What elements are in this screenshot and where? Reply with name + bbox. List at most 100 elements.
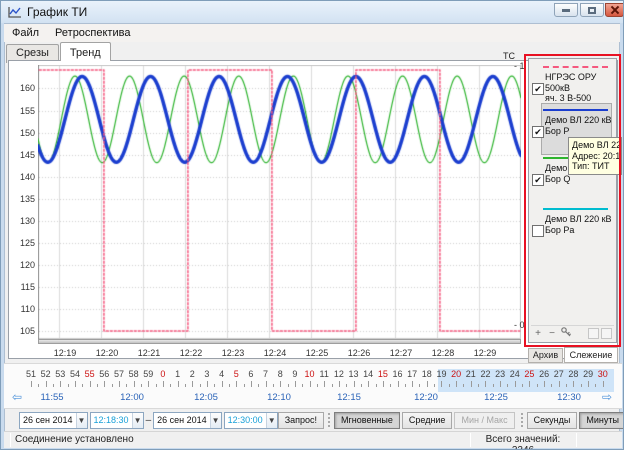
ruler-minor-tick xyxy=(390,384,391,387)
ruler-tick xyxy=(90,381,91,387)
x-tick-label: 12:23 xyxy=(216,348,250,358)
chevron-down-icon[interactable]: ▼ xyxy=(132,413,143,428)
chevron-down-icon[interactable]: ▼ xyxy=(210,413,221,428)
ruler-tick xyxy=(251,381,252,387)
ruler-minor-tick xyxy=(302,384,303,387)
minimize-button[interactable] xyxy=(554,3,578,17)
ruler-minute-number: 27 xyxy=(551,369,567,379)
legend-panel: НГРЭС ОРУ 500кВяч. 3 В-500✔Демо ВЛ 220 к… xyxy=(528,58,617,343)
ruler-minute-number: 19 xyxy=(433,369,449,379)
right-axis-tick-0: - 0 xyxy=(514,320,525,330)
ruler-tick xyxy=(515,381,516,387)
ruler-minor-tick xyxy=(229,384,230,387)
toolbar-grip xyxy=(521,413,523,427)
x-tick-label: 12:20 xyxy=(90,348,124,358)
menu-item-0[interactable]: Файл xyxy=(4,25,47,41)
legend-item[interactable]: НГРЭС ОРУ 500кВяч. 3 В-500✔ xyxy=(531,66,614,106)
ruler-minute-number: 2 xyxy=(184,369,200,379)
ruler-minute-number: 16 xyxy=(390,369,406,379)
remove-signal-button[interactable]: − xyxy=(545,328,559,339)
title-bar[interactable]: График ТИ xyxy=(1,1,623,23)
ruler-minor-tick xyxy=(581,384,582,387)
ruler-minute-number: 53 xyxy=(52,369,68,379)
ruler-minor-tick xyxy=(332,384,333,387)
tab-тренд[interactable]: Тренд xyxy=(60,42,111,61)
ruler-minor-tick xyxy=(214,384,215,387)
ruler-tick xyxy=(368,381,369,387)
mode-button[interactable]: Средние xyxy=(402,412,453,429)
plot-canvas[interactable] xyxy=(38,65,521,339)
ruler-minute-number: 58 xyxy=(126,369,142,379)
ruler-minor-tick xyxy=(346,384,347,387)
scroll-left-arrow[interactable]: ⇦ xyxy=(12,390,22,404)
y-tick-label: 110 xyxy=(9,304,35,314)
ruler-tick xyxy=(222,381,223,387)
ruler-tick xyxy=(75,381,76,387)
y-tick-label: 130 xyxy=(9,216,35,226)
maximize-button[interactable] xyxy=(580,3,604,17)
ruler-minute-number: 6 xyxy=(243,369,259,379)
ruler-minor-tick xyxy=(97,384,98,387)
legend-option-button-1[interactable] xyxy=(588,328,599,339)
legend-option-button-2[interactable] xyxy=(601,328,612,339)
query-button[interactable]: Запрос! xyxy=(278,412,324,429)
y-tick-label: 120 xyxy=(9,260,35,270)
ruler-minor-tick xyxy=(376,384,377,387)
date-to-picker[interactable]: 26 сен 2014 ▼ xyxy=(153,412,222,429)
tooltip-line-2: Адрес: 20:1:1 xyxy=(572,151,618,162)
ruler-minor-tick xyxy=(112,384,113,387)
time-from-picker[interactable]: 12:18:30 ▼ xyxy=(90,412,144,429)
ruler-minor-tick xyxy=(141,384,142,387)
scroll-right-arrow[interactable]: ⇨ xyxy=(602,390,612,404)
legend-item-checkbox[interactable]: ✔ xyxy=(532,126,544,138)
legend-item-checkbox[interactable]: ✔ xyxy=(532,83,544,95)
legend-label-line1: НГРЭС ОРУ 500кВ xyxy=(545,72,614,93)
ruler-minor-tick xyxy=(537,384,538,387)
interval-button[interactable]: Минуты xyxy=(579,412,624,429)
legend-item-checkbox[interactable]: ✔ xyxy=(532,174,544,186)
legend-item-checkbox[interactable] xyxy=(532,225,544,237)
toolbar-grip xyxy=(328,413,330,427)
chevron-down-icon[interactable]: ▼ xyxy=(266,413,277,428)
tab-archive[interactable]: Архив xyxy=(528,348,563,363)
ruler-time-label: 12:00 xyxy=(115,392,149,403)
ruler-minute-number: 52 xyxy=(38,369,54,379)
time-to-picker[interactable]: 12:30:00 ▼ xyxy=(224,412,278,429)
legend-series-line xyxy=(543,109,608,111)
menu-bar: ФайлРетроспектива xyxy=(4,24,620,42)
ruler-tick xyxy=(427,381,428,387)
chevron-down-icon[interactable]: ▼ xyxy=(76,413,87,428)
ruler-minute-number: 57 xyxy=(111,369,127,379)
date-to-value: 26 сен 2014 xyxy=(154,415,210,425)
ruler-minute-number: 51 xyxy=(23,369,39,379)
legend-item[interactable]: Демо ВЛ 220 кВБор Pа xyxy=(531,208,614,248)
window-title: График ТИ xyxy=(27,5,87,19)
date-from-picker[interactable]: 26 сен 2014 ▼ xyxy=(19,412,88,429)
tab-follow[interactable]: Слежение xyxy=(564,347,618,363)
ruler-minor-tick xyxy=(434,384,435,387)
ruler-minute-number: 29 xyxy=(580,369,596,379)
legend-label-line2: яч. 3 В-500 xyxy=(545,93,614,104)
close-button[interactable] xyxy=(605,3,624,17)
key-button[interactable] xyxy=(559,326,573,341)
mode-button[interactable]: Мгновенные xyxy=(334,412,400,429)
x-axis-bar xyxy=(38,339,521,344)
legend-label-line2: Бор P xyxy=(545,126,612,137)
ruler-minute-number: 22 xyxy=(477,369,493,379)
ruler-tick xyxy=(46,381,47,387)
status-bar: Соединение установлено Всего значений: 2… xyxy=(4,431,622,448)
ruler-minute-number: 17 xyxy=(404,369,420,379)
interval-button[interactable]: Секунды xyxy=(527,412,578,429)
menu-item-1[interactable]: Ретроспектива xyxy=(47,25,138,41)
x-tick-label: 12:28 xyxy=(426,348,460,358)
ruler-minute-number: 14 xyxy=(360,369,376,379)
ruler-minute-number: 4 xyxy=(214,369,230,379)
ruler-minute-number: 3 xyxy=(199,369,215,379)
ruler-tick xyxy=(339,381,340,387)
time-ruler[interactable]: ⇦ ⇨ 515253545556575859012345678910111213… xyxy=(4,363,622,409)
add-signal-button[interactable]: + xyxy=(531,328,545,339)
ruler-minor-tick xyxy=(478,384,479,387)
ruler-tick xyxy=(163,381,164,387)
ruler-minor-tick xyxy=(463,384,464,387)
ruler-tick xyxy=(236,381,237,387)
